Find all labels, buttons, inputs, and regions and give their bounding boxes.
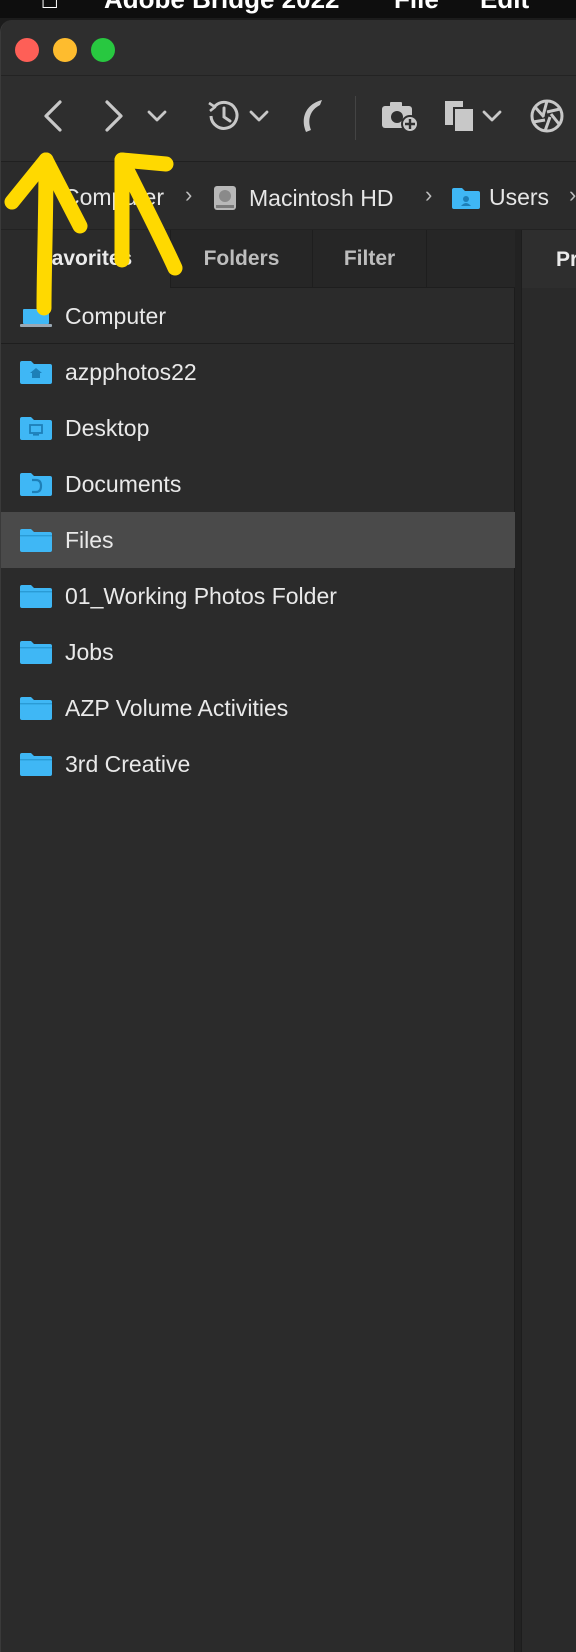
- aperture-icon: [530, 99, 564, 133]
- bridge-window: Computer › Macintosh HD › Users › Favori…: [0, 20, 576, 1652]
- favorite-computer[interactable]: Computer: [1, 288, 515, 344]
- documents-folder-icon: [20, 473, 52, 496]
- folder-icon: [20, 641, 52, 664]
- get-photos-from-camera-button[interactable]: [379, 92, 421, 140]
- chevron-left-icon: [44, 100, 62, 132]
- zoom-window-button[interactable]: [91, 38, 115, 62]
- folder-icon: [20, 753, 52, 776]
- app-name-menu[interactable]: Adobe Bridge 2022: [104, 0, 340, 12]
- recent-files-button[interactable]: [201, 92, 271, 140]
- breadcrumb-separator-icon: ›: [425, 182, 433, 207]
- tab-folders[interactable]: Folders: [171, 230, 313, 288]
- favorite-label: 01_Working Photos Folder: [65, 583, 337, 609]
- tab-label: Filter: [343, 247, 396, 270]
- folder-icon: [20, 585, 52, 608]
- favorite-documents[interactable]: Documents: [1, 456, 515, 512]
- menu-bar:  Adobe Bridge 2022 File Edit: [0, 0, 576, 18]
- tab-favorites[interactable]: Favorites: [1, 230, 171, 288]
- preview-panel: Pr: [521, 230, 576, 1652]
- title-bar: [1, 20, 576, 76]
- breadcrumb-separator-icon: ›: [185, 182, 193, 207]
- favorite-label: Desktop: [65, 415, 150, 441]
- breadcrumb-label: Computer: [63, 184, 164, 210]
- favorite-label: Documents: [65, 471, 182, 497]
- favorite-label: 3rd Creative: [65, 751, 191, 777]
- camera-add-icon: [382, 102, 419, 133]
- users-folder-icon: [452, 187, 480, 209]
- favorite-label: Computer: [65, 303, 166, 329]
- favorites-panel: Favorites Folders Filter Computer azppho…: [1, 230, 515, 1652]
- apple-icon[interactable]: : [40, 0, 66, 12]
- tab-label: Folders: [203, 247, 280, 270]
- menu-file[interactable]: File: [394, 0, 439, 12]
- breadcrumb-label: Users: [489, 184, 550, 210]
- favorite-files[interactable]: Files: [1, 512, 515, 568]
- chevron-right-icon: [105, 100, 123, 132]
- minimize-window-button[interactable]: [53, 38, 77, 62]
- copy-to-button[interactable]: [439, 92, 505, 140]
- boomerang-icon: [303, 100, 322, 132]
- toolbar-separator: [355, 96, 356, 140]
- desktop-folder-icon: [20, 417, 52, 440]
- forward-dropdown-button[interactable]: [145, 92, 169, 140]
- menu-edit[interactable]: Edit: [480, 0, 529, 12]
- laptop-icon: [20, 309, 52, 327]
- copy-files-icon: [445, 101, 475, 133]
- clock-history-icon: [208, 100, 239, 130]
- forward-button[interactable]: [99, 92, 129, 140]
- chevron-down-icon: [147, 110, 167, 122]
- favorite-label: azpphotos22: [65, 359, 197, 385]
- folder-icon: [20, 529, 52, 552]
- breadcrumb-users[interactable]: Users: [451, 184, 549, 211]
- breadcrumb: Computer › Macintosh HD › Users ›: [1, 162, 576, 230]
- favorite-label: AZP Volume Activities: [65, 695, 289, 721]
- tab-label: Favorites: [38, 247, 133, 270]
- toolbar: [1, 76, 576, 162]
- favorite-3rd-creative[interactable]: 3rd Creative: [1, 736, 515, 792]
- close-window-button[interactable]: [15, 38, 39, 62]
- panel-tabs: Favorites Folders Filter: [1, 230, 515, 288]
- breadcrumb-macintosh-hd[interactable]: Macintosh HD: [211, 184, 393, 212]
- chevron-down-icon: [249, 110, 269, 122]
- home-folder-icon: [20, 361, 52, 384]
- folder-icon: [20, 697, 52, 720]
- favorite-label: Jobs: [65, 639, 114, 665]
- favorite-jobs[interactable]: Jobs: [1, 624, 515, 680]
- favorite-azp-volume-activities[interactable]: AZP Volume Activities: [1, 680, 515, 736]
- breadcrumb-label: Macintosh HD: [249, 184, 394, 211]
- tab-preview[interactable]: Pr: [522, 230, 576, 288]
- tab-label: Pr: [556, 248, 576, 271]
- camera-raw-button[interactable]: [527, 92, 567, 140]
- back-button[interactable]: [35, 92, 71, 140]
- favorite-azpphotos22[interactable]: azpphotos22: [1, 344, 515, 400]
- favorite-label: Files: [65, 527, 114, 553]
- hard-drive-icon: [214, 186, 236, 210]
- favorite-desktop[interactable]: Desktop: [1, 400, 515, 456]
- return-to-photoshop-button[interactable]: [293, 92, 329, 140]
- breadcrumb-separator-icon: ›: [569, 182, 576, 207]
- breadcrumb-computer[interactable]: Computer: [63, 184, 164, 211]
- chevron-down-icon: [482, 110, 502, 122]
- favorite-01-working-photos-folder[interactable]: 01_Working Photos Folder: [1, 568, 515, 624]
- tab-filter[interactable]: Filter: [313, 230, 427, 288]
